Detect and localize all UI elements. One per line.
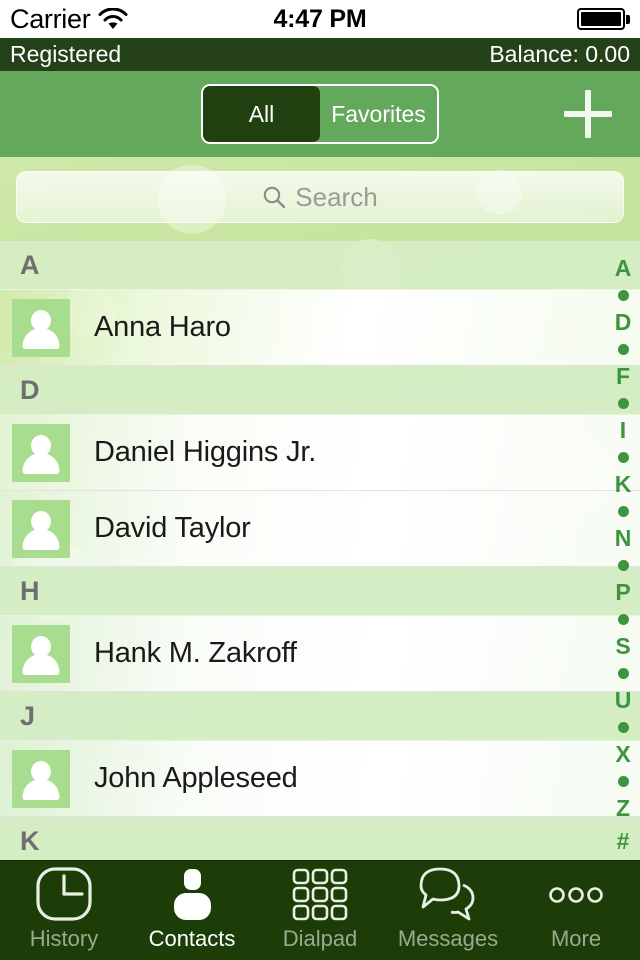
tab-label: Contacts <box>148 926 236 951</box>
tab-contacts[interactable]: Contacts <box>128 861 256 960</box>
index-entry[interactable]: F <box>616 365 630 388</box>
tab-messages[interactable]: Messages <box>384 861 512 960</box>
section-header: J <box>0 692 640 741</box>
table-row[interactable]: Hank M. Zakroff <box>0 616 640 692</box>
tab-bar: History Contacts Dialpad Messages More <box>0 860 640 960</box>
table-row[interactable]: John Appleseed <box>0 741 640 817</box>
tab-label: Messages <box>397 926 499 951</box>
index-entry[interactable]: A <box>615 257 632 280</box>
index-entry[interactable]: N <box>615 527 632 550</box>
search-input[interactable]: Search <box>16 171 624 223</box>
alphabet-index[interactable]: A D F I K N P S U X Z # <box>606 255 640 855</box>
clock-time: 4:47 PM <box>273 4 367 33</box>
balance-label: Balance: 0.00 <box>489 41 630 67</box>
index-dot[interactable] <box>617 344 629 355</box>
table-row[interactable]: David Taylor <box>0 491 640 567</box>
tab-favorites[interactable]: Favorites <box>320 86 437 142</box>
contacts-list[interactable]: A Anna Haro D Daniel Higgins Jr. David T… <box>0 241 640 860</box>
person-placeholder-icon <box>12 624 70 683</box>
keypad-icon <box>290 866 350 922</box>
index-entry[interactable]: U <box>615 689 632 712</box>
segmented-control[interactable]: All Favorites <box>201 84 439 144</box>
section-header: H <box>0 567 640 616</box>
index-entry[interactable]: K <box>615 473 632 496</box>
index-dot[interactable] <box>617 776 629 787</box>
index-dot[interactable] <box>617 722 629 733</box>
tab-history[interactable]: History <box>0 861 128 960</box>
clock-icon <box>35 866 93 922</box>
index-entry[interactable]: Z <box>616 797 630 820</box>
contact-name: Hank M. Zakroff <box>94 637 297 669</box>
index-dot[interactable] <box>617 614 629 625</box>
person-placeholder-icon <box>12 298 70 357</box>
plus-icon[interactable] <box>564 90 612 138</box>
contact-name: David Taylor <box>94 512 251 544</box>
contact-name: Daniel Higgins Jr. <box>94 436 317 468</box>
tab-more[interactable]: More <box>512 861 640 960</box>
index-entry[interactable]: P <box>615 581 630 604</box>
section-header: K <box>0 817 640 860</box>
registration-status: Registered <box>10 41 122 67</box>
battery-full-icon <box>577 8 630 30</box>
person-icon <box>166 866 218 922</box>
contacts-screen: Carrier 4:47 PM Registered Balance: 0.00… <box>0 0 640 960</box>
tab-dialpad[interactable]: Dialpad <box>256 861 384 960</box>
tab-label: History <box>29 926 99 951</box>
index-entry[interactable]: X <box>615 743 630 766</box>
ellipsis-icon <box>545 866 607 922</box>
contacts-content: Search A Anna Haro D Daniel Higgins Jr. <box>0 157 640 860</box>
contact-name: John Appleseed <box>94 762 298 794</box>
index-dot[interactable] <box>617 668 629 679</box>
tab-label: More <box>550 926 602 951</box>
search-bar-container: Search <box>0 157 640 223</box>
index-dot[interactable] <box>617 452 629 463</box>
table-row[interactable]: Daniel Higgins Jr. <box>0 415 640 491</box>
index-dot[interactable] <box>617 506 629 517</box>
index-entry[interactable]: I <box>620 419 626 442</box>
contact-name: Anna Haro <box>94 311 231 343</box>
person-placeholder-icon <box>12 749 70 808</box>
search-icon <box>262 185 286 209</box>
person-placeholder-icon <box>12 499 70 558</box>
table-row[interactable]: Anna Haro <box>0 290 640 366</box>
tab-label: Dialpad <box>282 926 358 951</box>
index-entry[interactable]: S <box>615 635 630 658</box>
chat-bubbles-icon <box>417 866 479 922</box>
index-entry[interactable]: # <box>617 830 630 853</box>
status-bar: Carrier 4:47 PM <box>0 0 640 38</box>
index-dot[interactable] <box>617 398 629 409</box>
tab-all[interactable]: All <box>203 86 320 142</box>
nav-bar: All Favorites <box>0 71 640 157</box>
section-header: A <box>0 241 640 290</box>
section-header: D <box>0 366 640 415</box>
registration-bar: Registered Balance: 0.00 <box>0 38 640 71</box>
person-placeholder-icon <box>12 423 70 482</box>
index-entry[interactable]: D <box>615 311 632 334</box>
index-dot[interactable] <box>617 560 629 571</box>
index-dot[interactable] <box>617 290 629 301</box>
search-placeholder: Search <box>295 181 378 212</box>
